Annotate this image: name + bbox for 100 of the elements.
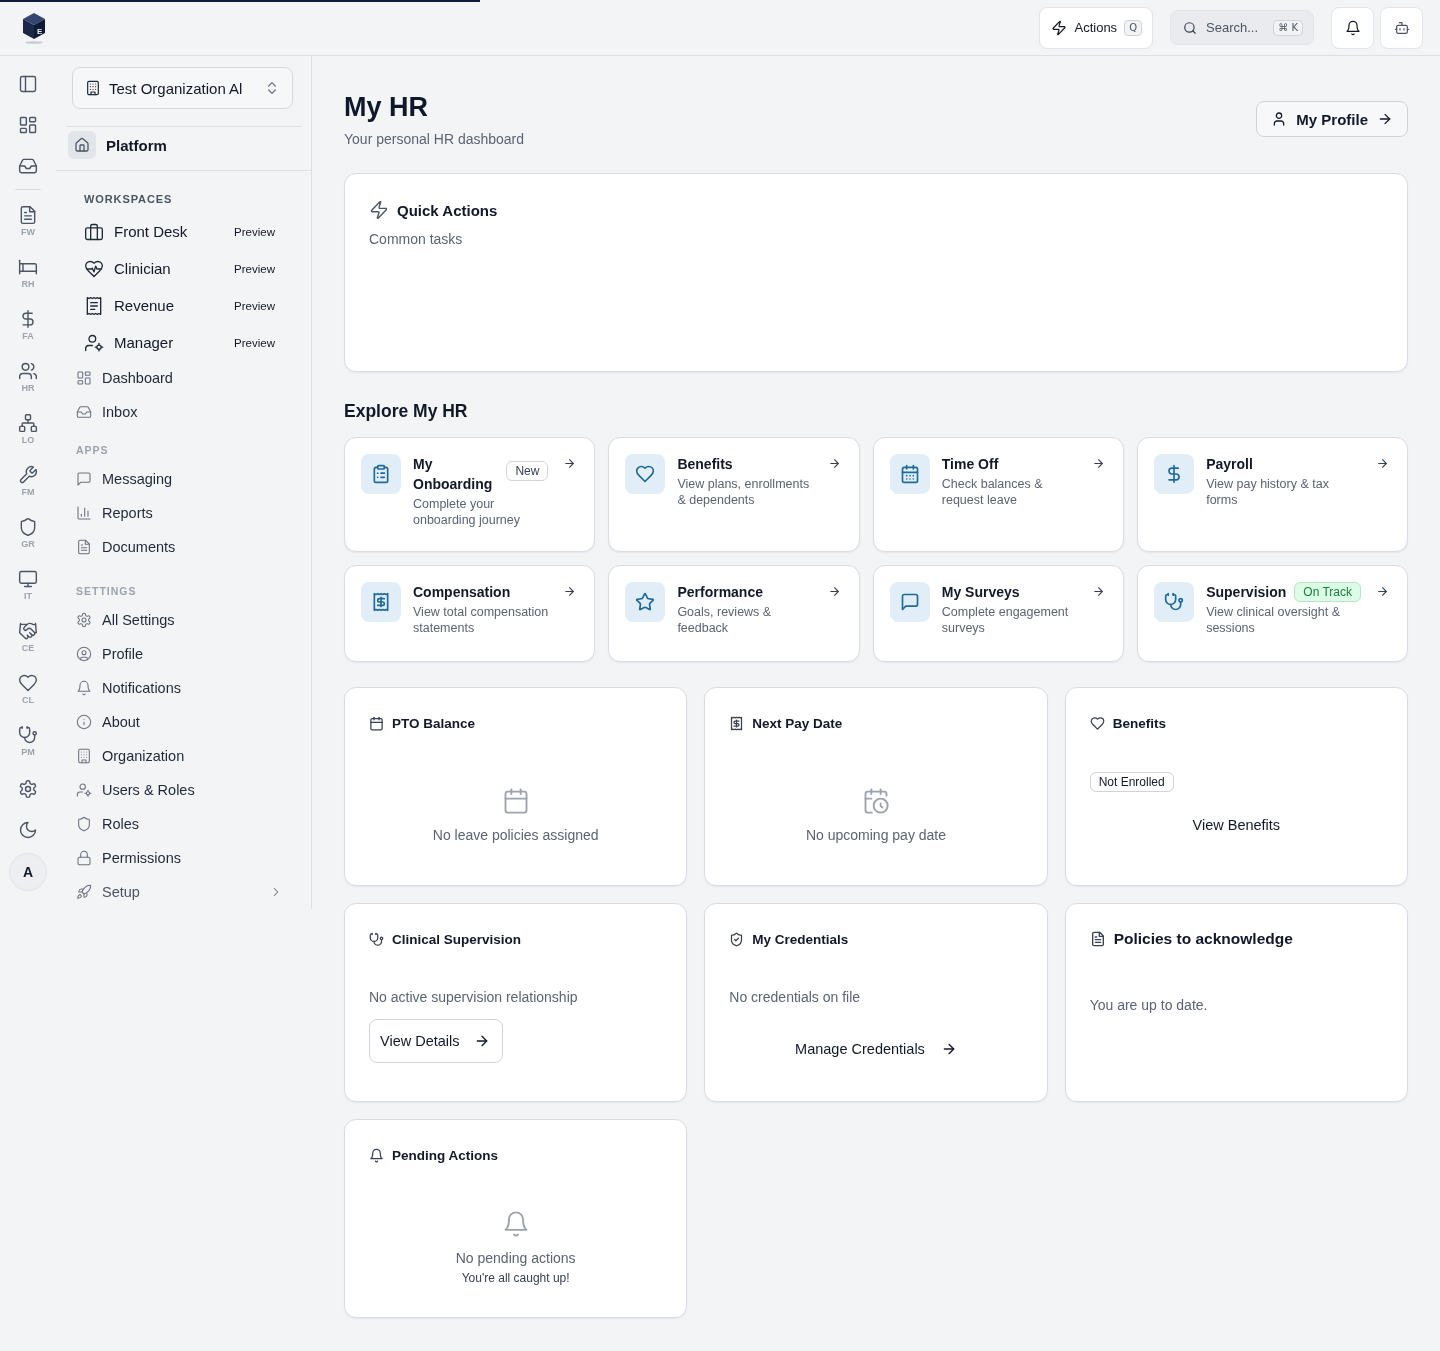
assistant-button[interactable]: [1380, 6, 1423, 49]
card-action-button[interactable]: View Benefits: [1178, 807, 1295, 843]
workspace-link[interactable]: Manager Preview: [66, 324, 293, 361]
card-description: View clinical oversight & sessions: [1206, 604, 1342, 636]
wrench-icon: [18, 465, 38, 485]
calendar-clock-icon: [862, 787, 890, 815]
bell-icon: [369, 1147, 384, 1163]
hr-link-card[interactable]: My Onboarding New Complete your onboarding journey: [344, 437, 596, 552]
workspace-link[interactable]: Revenue Preview: [66, 287, 293, 324]
user-gear-icon: [76, 782, 92, 798]
arrow-right-icon: [563, 457, 577, 470]
platform-link[interactable]: Platform: [68, 131, 167, 159]
arrow-right-icon: [827, 585, 841, 598]
card-title: My Surveys: [941, 583, 1020, 602]
hr-link-card[interactable]: Performance Goals, reviews & feedback: [608, 565, 860, 662]
preview-label: Preview: [234, 262, 275, 275]
nav-link[interactable]: Profile: [66, 637, 293, 671]
briefcase-icon: [84, 221, 104, 242]
section-heading: APPS: [75, 443, 110, 457]
empty-message: No pending actions: [455, 1249, 576, 1268]
nav-link[interactable]: Documents: [66, 530, 293, 564]
card-description: Check balances & request leave: [941, 476, 1044, 508]
empty-message: No upcoming pay date: [805, 826, 947, 845]
section-title: Explore My HR: [344, 400, 469, 422]
card-title: Benefits: [677, 455, 733, 474]
user-gear-icon: [84, 332, 104, 353]
building-icon: [76, 748, 92, 764]
settings-icon: [18, 779, 38, 799]
card-title: Quick Actions: [397, 201, 498, 219]
preview-label: Preview: [234, 336, 275, 349]
nav-link[interactable]: Notifications: [66, 671, 293, 705]
receipt-icon: [84, 295, 104, 316]
lightning-icon: [1051, 19, 1068, 36]
arrow-right-icon: [1092, 457, 1106, 470]
heart-pulse-icon: [84, 258, 104, 279]
clipboard-icon: [361, 454, 401, 494]
nav-link[interactable]: All Settings: [66, 603, 293, 637]
organization-switcher[interactable]: Test Organization Al: [72, 67, 293, 109]
card-action-button[interactable]: View Details: [369, 1019, 503, 1063]
card-title: Policies to acknowledge: [1113, 930, 1293, 948]
preview-label: Preview: [234, 299, 275, 312]
actions-button[interactable]: Actions Q: [1039, 6, 1153, 49]
card-title: Payroll: [1206, 455, 1253, 474]
user-circle-icon: [76, 646, 92, 662]
hr-link-card[interactable]: My Surveys Complete engagement surveys: [872, 565, 1125, 662]
inbox-icon: [76, 404, 92, 420]
status-badge: Not Enrolled: [1089, 772, 1174, 792]
monitor-icon: [18, 569, 38, 589]
dollar-receipt-icon: [729, 715, 745, 731]
robot-icon: [1393, 19, 1410, 36]
heart-icon: [1089, 715, 1105, 731]
grid-icon: [18, 115, 38, 135]
workspace-link[interactable]: Front Desk Preview: [66, 213, 293, 250]
app-logo: E: [21, 10, 47, 45]
people-icon: [18, 361, 38, 381]
card-title: Clinical Supervision: [392, 931, 522, 947]
lightning-icon: [369, 200, 389, 220]
calendar-icon: [889, 454, 930, 494]
workspace-link[interactable]: Clinician Preview: [66, 250, 293, 287]
card-message: You are up to date.: [1089, 996, 1209, 1015]
page-title: My HR: [344, 91, 429, 124]
hr-link-card[interactable]: Compensation View total compensation statements: [344, 565, 596, 662]
stethoscope-icon: [369, 931, 384, 947]
card-title: Supervision: [1206, 583, 1287, 602]
hr-link-card[interactable]: Benefits View plans, enrollments & dependents: [608, 437, 860, 552]
nav-link[interactable]: Messaging: [66, 462, 293, 496]
handshake-icon: [18, 621, 38, 641]
nav-link[interactable]: Permissions: [66, 841, 293, 875]
my-profile-button[interactable]: My Profile: [1256, 101, 1408, 137]
building-icon: [85, 80, 101, 96]
card-action-button[interactable]: Manage Credentials: [781, 1031, 971, 1067]
hr-link-card[interactable]: Payroll View pay history & tax forms: [1137, 437, 1408, 552]
card-description: Complete your onboarding journey: [413, 496, 522, 528]
nav-link[interactable]: Reports: [66, 496, 293, 530]
nav-link[interactable]: Setup: [66, 875, 293, 909]
message-icon: [76, 471, 92, 487]
nav-link[interactable]: About: [66, 705, 293, 739]
bell-icon: [76, 680, 92, 696]
calendar-icon: [369, 715, 384, 731]
notifications-button[interactable]: [1331, 6, 1374, 49]
settings-icon: [76, 612, 92, 628]
hr-link-card[interactable]: Supervision On Track View clinical oversight & sessions: [1137, 565, 1408, 662]
hr-link-card[interactable]: Time Off Check balances & request leave: [872, 437, 1125, 552]
card-message: No active supervision relationship: [369, 988, 579, 1007]
arrow-right-icon: [1376, 457, 1389, 470]
nav-link[interactable]: Dashboard: [66, 361, 293, 395]
sidebar-panel-icon: [18, 74, 38, 94]
nav-link[interactable]: Roles: [66, 807, 293, 841]
card-title: My Onboarding: [413, 455, 494, 494]
network-icon: [18, 413, 38, 433]
arrow-right-icon: [563, 585, 577, 598]
nav-link[interactable]: Organization: [66, 739, 293, 773]
nav-link[interactable]: Inbox: [66, 395, 293, 429]
card-description: View pay history & tax forms: [1206, 476, 1330, 508]
document-icon: [76, 539, 92, 555]
nav-link[interactable]: Users & Roles: [66, 773, 293, 807]
section-heading: SETTINGS: [75, 584, 138, 598]
message-icon: [889, 582, 930, 622]
stethoscope-icon: [1154, 582, 1195, 622]
user-avatar[interactable]: A: [9, 853, 47, 891]
